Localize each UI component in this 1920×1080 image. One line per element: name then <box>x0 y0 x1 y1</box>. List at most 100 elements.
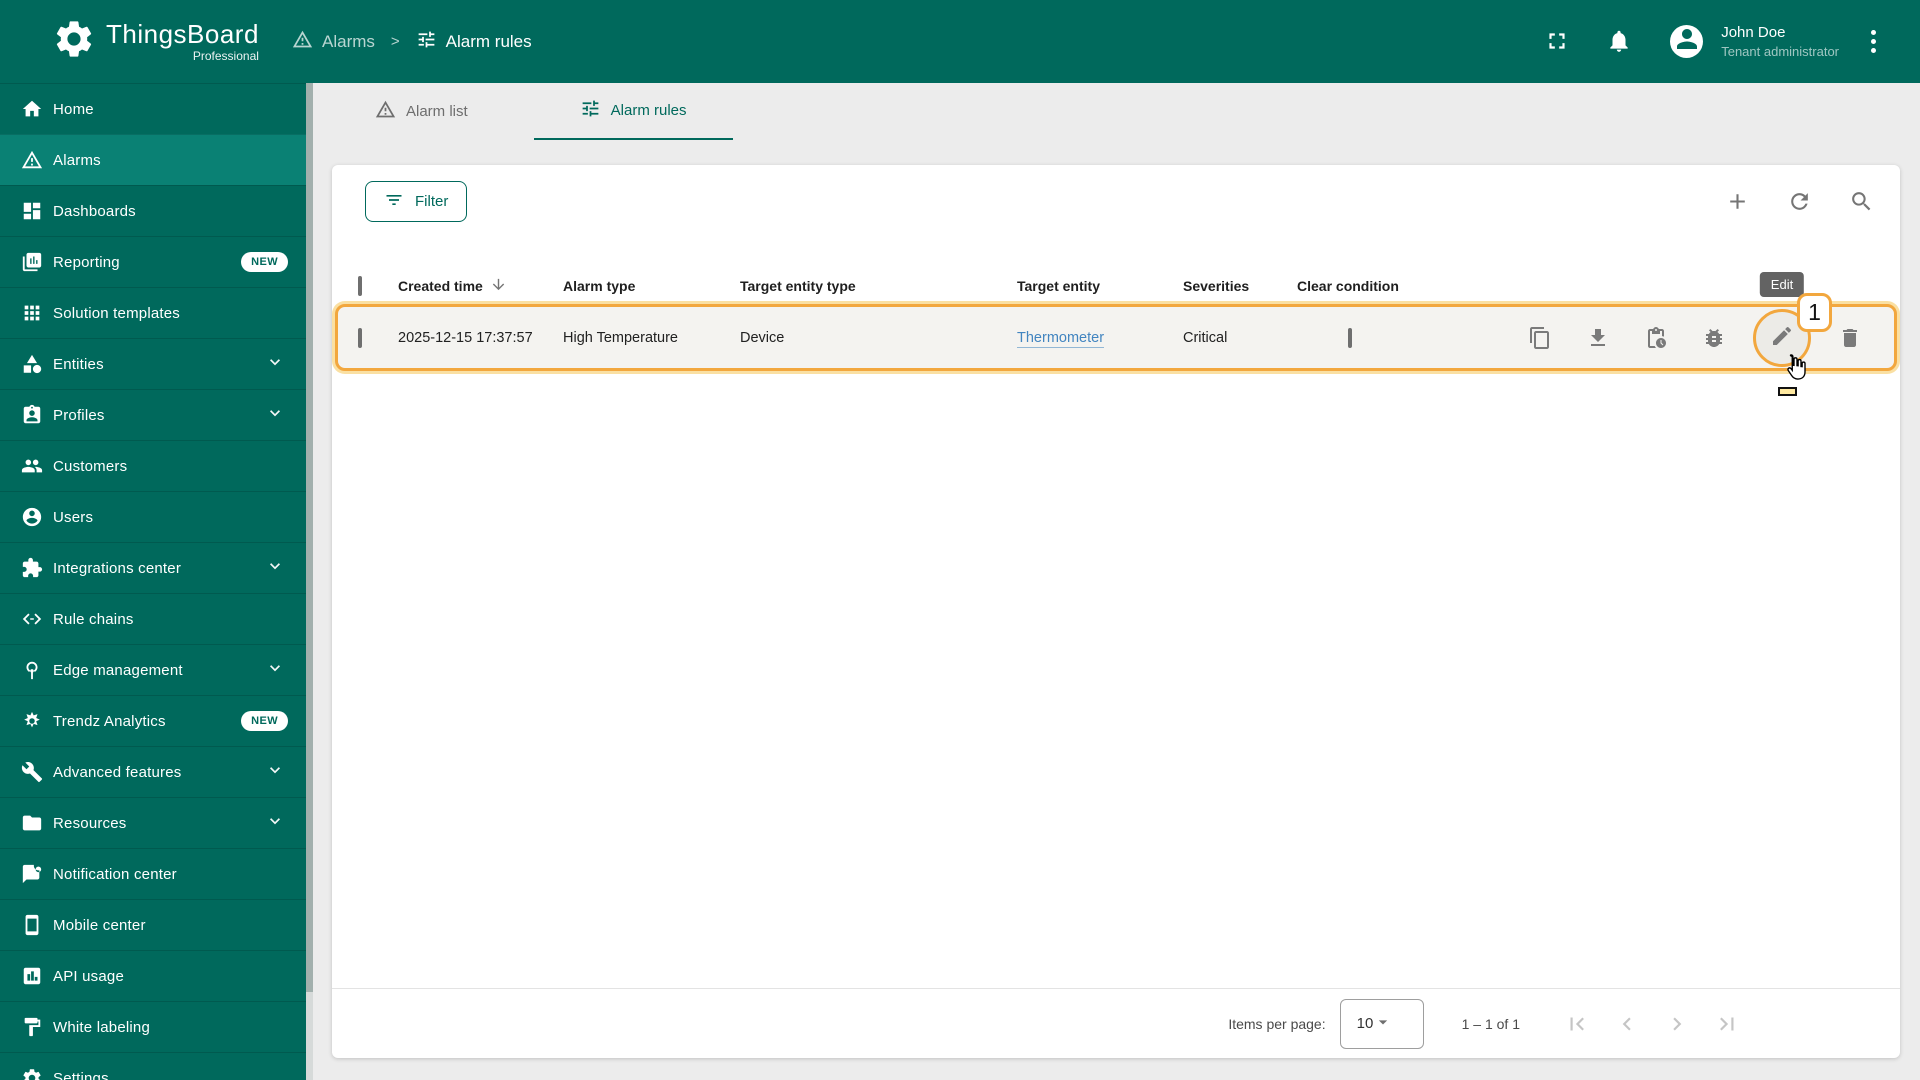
row-actions: Edit 1 <box>1447 271 1894 367</box>
advanced-features-icon <box>20 760 44 784</box>
row-checkbox[interactable] <box>358 327 362 348</box>
sidebar-item-profiles[interactable]: Profiles <box>0 389 313 440</box>
sidebar-item-label: Trendz Analytics <box>53 712 166 730</box>
sidebar-item-users[interactable]: Users <box>0 491 313 542</box>
sidebar-item-integrations-center[interactable]: Integrations center <box>0 542 313 593</box>
sidebar: Home Alarms Dashboards Reporting NEW Sol… <box>0 83 313 1080</box>
sidebar-item-label: Dashboards <box>53 202 136 220</box>
target-entity-type-cell: Device <box>740 329 785 346</box>
sidebar-item-label: Notification center <box>53 865 177 883</box>
mobile-center-icon <box>20 913 44 937</box>
sidebar-item-white-labeling[interactable]: White labeling <box>0 1001 313 1052</box>
thingsboard-logo[interactable]: ThingsBoard Professional <box>0 17 268 66</box>
breadcrumb-alarm-rules[interactable]: Alarm rules <box>416 29 532 55</box>
tune-icon <box>416 29 437 55</box>
breadcrumb: Alarms > Alarm rules <box>292 29 532 55</box>
main-content: Alarm list Alarm rules Filter Created ti… <box>313 83 1920 1080</box>
page-range: 1 – 1 of 1 <box>1461 1015 1520 1032</box>
items-per-page-select[interactable]: 10 <box>1339 998 1424 1049</box>
sidebar-item-alarms[interactable]: Alarms <box>0 134 313 185</box>
sidebar-item-resources[interactable]: Resources <box>0 797 313 848</box>
sidebar-item-dashboards[interactable]: Dashboards <box>0 185 313 236</box>
sidebar-item-reporting[interactable]: Reporting NEW <box>0 236 313 287</box>
sort-desc-icon[interactable] <box>490 276 507 296</box>
next-page-icon[interactable] <box>1664 1011 1690 1037</box>
sidebar-item-rule-chains[interactable]: Rule chains <box>0 593 313 644</box>
dashboards-icon <box>20 199 44 223</box>
column-clear-condition[interactable]: Clear condition <box>1297 278 1447 294</box>
sidebar-scrollbar[interactable] <box>306 83 313 1080</box>
entities-icon <box>20 352 44 376</box>
table-row[interactable]: 2025-12-15 17:37:57 High Temperature Dev… <box>335 271 1897 371</box>
sidebar-item-entities[interactable]: Entities <box>0 338 313 389</box>
debug-bug-icon[interactable] <box>1702 326 1726 350</box>
sidebar-scrollbar-thumb[interactable] <box>306 83 313 992</box>
column-alarm-type[interactable]: Alarm type <box>563 278 740 294</box>
prev-page-icon[interactable] <box>1614 1011 1640 1037</box>
sidebar-item-trendz-analytics[interactable]: Trendz Analytics NEW <box>0 695 313 746</box>
refresh-button[interactable] <box>1787 189 1812 214</box>
white-labeling-icon <box>20 1015 44 1039</box>
settings-icon <box>20 1066 44 1080</box>
sidebar-item-label: Solution templates <box>53 304 181 322</box>
paginator: Items per page: 10 1 – 1 of 1 <box>332 988 1900 1058</box>
alarm-type-cell: High Temperature <box>563 329 678 346</box>
column-target-entity-type[interactable]: Target entity type <box>740 278 1017 294</box>
sidebar-item-advanced-features[interactable]: Advanced features <box>0 746 313 797</box>
step-badge: 1 <box>1797 292 1832 332</box>
customers-icon <box>20 454 44 478</box>
sidebar-item-mobile-center[interactable]: Mobile center <box>0 899 313 950</box>
breadcrumb-alarms[interactable]: Alarms <box>292 29 375 55</box>
severities-cell: Critical <box>1183 329 1228 346</box>
filter-icon <box>384 190 404 214</box>
sidebar-item-label: Entities <box>53 355 104 373</box>
column-target-entity[interactable]: Target entity <box>1017 278 1183 294</box>
sidebar-item-label: White labeling <box>53 1018 151 1036</box>
avatar[interactable] <box>1670 24 1704 58</box>
delete-trash-icon[interactable] <box>1838 326 1862 350</box>
kebab-menu-icon[interactable] <box>1867 26 1880 57</box>
home-icon <box>20 97 44 121</box>
users-icon <box>20 505 44 529</box>
sidebar-item-solution-templates[interactable]: Solution templates <box>0 287 313 338</box>
last-page-icon[interactable] <box>1714 1011 1740 1037</box>
resources-icon <box>20 811 44 835</box>
sidebar-item-label: Alarms <box>53 151 101 169</box>
tab-alarm-list[interactable]: Alarm list <box>329 83 514 140</box>
copy-icon[interactable] <box>1528 326 1552 350</box>
first-page-icon[interactable] <box>1564 1011 1590 1037</box>
edge-management-icon <box>20 658 44 682</box>
tab-alarm-rules[interactable]: Alarm rules <box>533 83 733 140</box>
sidebar-item-label: Rule chains <box>53 610 134 628</box>
chevron-down-icon <box>265 556 285 581</box>
search-button[interactable] <box>1849 189 1874 214</box>
sidebar-item-edge-management[interactable]: Edge management <box>0 644 313 695</box>
sidebar-item-api-usage[interactable]: API usage <box>0 950 313 1001</box>
thingsboard-gear-logo-icon <box>52 17 96 66</box>
sidebar-item-label: Reporting <box>53 253 120 271</box>
table-header-row: Created time Alarm type Target entity ty… <box>332 268 1900 304</box>
filter-button[interactable]: Filter <box>365 181 468 222</box>
sidebar-item-notification-center[interactable]: Notification center <box>0 848 313 899</box>
user-block: John Doe Tenant administrator <box>1721 23 1839 61</box>
table-toolbar: Filter <box>332 165 1900 222</box>
select-all-checkbox[interactable] <box>358 276 362 296</box>
sidebar-item-settings[interactable]: Settings <box>0 1052 313 1080</box>
new-badge: NEW <box>241 711 288 731</box>
notifications-bell-icon[interactable] <box>1606 28 1632 54</box>
column-created-time[interactable]: Created time <box>398 276 563 296</box>
column-severities[interactable]: Severities <box>1183 278 1297 294</box>
chevron-down-icon <box>265 811 285 836</box>
target-entity-link[interactable]: Thermometer <box>1017 329 1105 348</box>
download-icon[interactable] <box>1586 326 1610 350</box>
fullscreen-icon[interactable] <box>1544 28 1570 54</box>
sidebar-item-home[interactable]: Home <box>0 83 313 134</box>
tab-bar: Alarm list Alarm rules <box>313 83 1920 140</box>
pending-actions-icon[interactable] <box>1644 326 1668 350</box>
sidebar-item-customers[interactable]: Customers <box>0 440 313 491</box>
warning-icon <box>20 148 44 172</box>
solution-templates-icon <box>20 301 44 325</box>
clear-condition-checkbox[interactable] <box>1348 327 1352 348</box>
add-alarm-rule-button[interactable] <box>1725 189 1750 214</box>
sidebar-item-label: Home <box>53 100 94 118</box>
